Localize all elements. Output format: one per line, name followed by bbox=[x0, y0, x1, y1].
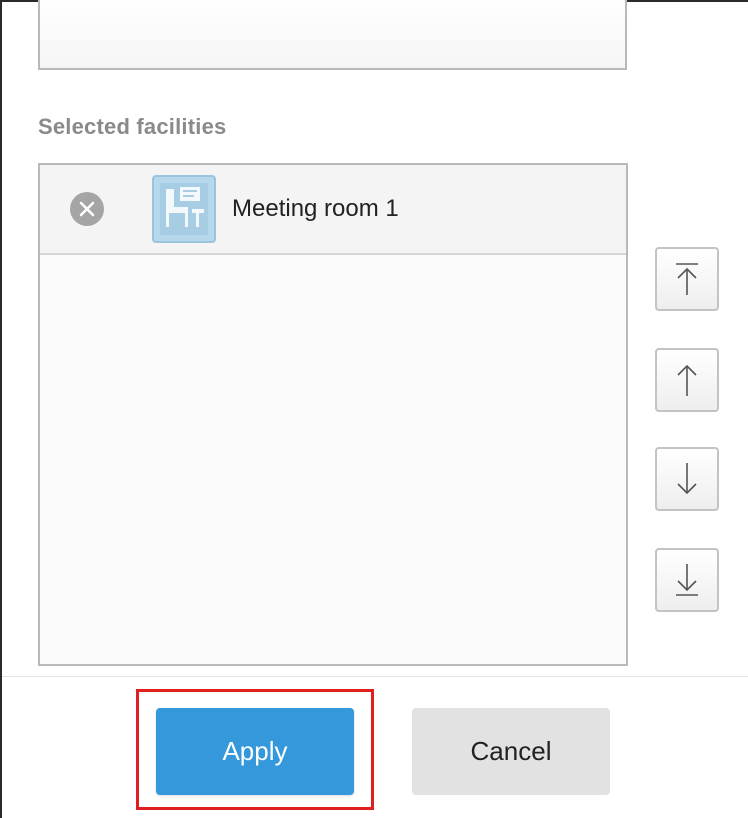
move-up-button[interactable] bbox=[655, 348, 719, 412]
arrow-to-top-icon bbox=[676, 263, 698, 295]
facility-name: Meeting room 1 bbox=[232, 195, 399, 222]
facility-selection-panel: Selected facilities Meeting room 1 Apply… bbox=[0, 0, 748, 818]
available-facilities-list[interactable] bbox=[38, 0, 627, 70]
selected-facilities-label: Selected facilities bbox=[38, 114, 227, 139]
close-icon bbox=[79, 201, 95, 217]
arrow-up-icon bbox=[677, 364, 697, 396]
move-to-bottom-button[interactable] bbox=[655, 548, 719, 612]
apply-button[interactable]: Apply bbox=[156, 708, 354, 795]
move-to-top-button[interactable] bbox=[655, 247, 719, 311]
arrow-to-bottom-icon bbox=[676, 564, 698, 596]
facility-icon bbox=[152, 175, 216, 243]
move-down-button[interactable] bbox=[655, 447, 719, 511]
remove-item-button[interactable] bbox=[70, 192, 104, 226]
selected-facilities-list[interactable]: Meeting room 1 bbox=[38, 163, 628, 666]
cancel-button[interactable]: Cancel bbox=[412, 708, 610, 795]
footer-divider bbox=[2, 676, 748, 677]
list-item[interactable]: Meeting room 1 bbox=[40, 165, 626, 255]
arrow-down-icon bbox=[677, 463, 697, 495]
